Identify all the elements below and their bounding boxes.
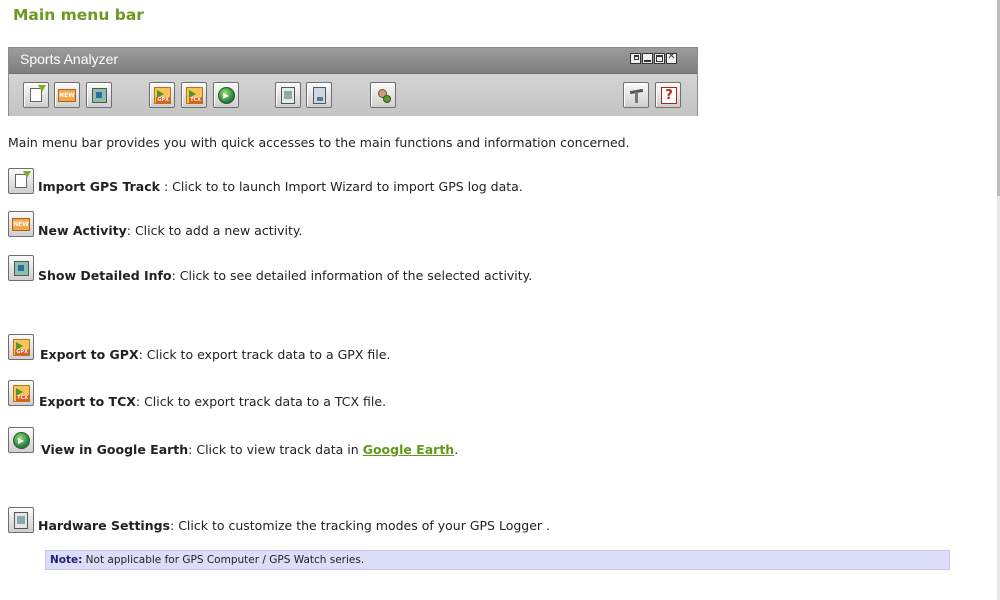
item-label: New Activity [38,223,127,238]
note-box: Note: Not applicable for GPS Computer / … [45,550,950,570]
intro-text: Main menu bar provides you with quick ac… [8,135,630,150]
app-titlebar: Sports Analyzer ✕ [9,48,697,74]
google-earth-link[interactable]: Google Earth [363,442,455,457]
window-controls: ✕ [630,51,677,64]
page-title: Main menu bar [13,6,144,24]
item-label: Import GPS Track [38,179,160,194]
item-desc: Click to add a new activity. [134,223,303,238]
show-detailed-info-button[interactable] [86,82,112,108]
new-activity-icon: NEW [58,89,76,102]
view-google-earth-button[interactable] [213,82,239,108]
item-label: Export to GPX [40,347,139,362]
close-icon[interactable]: ✕ [666,51,677,64]
item-desc: Click to customize the tracking modes of… [178,518,551,533]
import-gps-track-icon [8,168,34,194]
export-gpx-button[interactable]: GPX [149,82,175,108]
item-label: Export to TCX [39,394,136,409]
main-menu-toolbar: NEW GPX TCX ? [9,74,697,116]
export-tcx-icon: TCX [8,380,34,406]
new-activity-icon: NEW [8,211,34,237]
restore-icon[interactable] [630,53,641,64]
maximize-icon[interactable] [654,53,665,64]
import-doc-arrow-icon [15,171,31,188]
item-desc: Click to to launch Import Wizard to impo… [172,179,523,194]
item-desc: Click to export track data to a GPX file… [146,347,391,362]
google-earth-icon [218,87,235,104]
note-text: Not applicable for GPS Computer / GPS Wa… [82,554,365,566]
export-gpx-icon: GPX [154,87,171,104]
item-desc: Click to view track data in [196,442,363,457]
minimize-icon[interactable] [642,53,653,64]
app-window-title: Sports Analyzer [20,51,119,67]
memory-button[interactable] [306,82,332,108]
import-gps-track-button[interactable] [23,82,49,108]
hardware-settings-button[interactable] [275,82,301,108]
help-button[interactable]: ? [655,82,681,108]
hardware-settings-icon [281,87,295,104]
tools-icon [629,88,645,104]
export-tcx-button[interactable]: TCX [181,82,207,108]
google-earth-icon [8,427,34,453]
help-icon: ? [661,87,677,104]
user-profile-button[interactable] [370,82,396,108]
export-tcx-icon: TCX [186,87,203,104]
item-desc: Click to export track data to a TCX file… [144,394,387,409]
item-desc: Click to see detailed information of the… [179,268,533,283]
tools-button[interactable] [623,82,649,108]
export-gpx-icon: GPX [8,334,34,360]
item-label: View in Google Earth [41,442,189,457]
note-label: Note: [50,554,83,566]
user-profile-icon [376,88,391,103]
import-doc-arrow-icon [30,85,46,102]
detailed-info-icon [92,88,107,103]
new-activity-button[interactable]: NEW [54,82,80,108]
item-label: Hardware Settings [38,518,170,533]
app-window-preview: Sports Analyzer ✕ NEW GPX TCX ? [8,47,698,116]
memory-icon [313,87,326,104]
hardware-settings-icon [8,507,34,533]
item-label: Show Detailed Info [38,268,172,283]
detailed-info-icon [8,255,34,281]
